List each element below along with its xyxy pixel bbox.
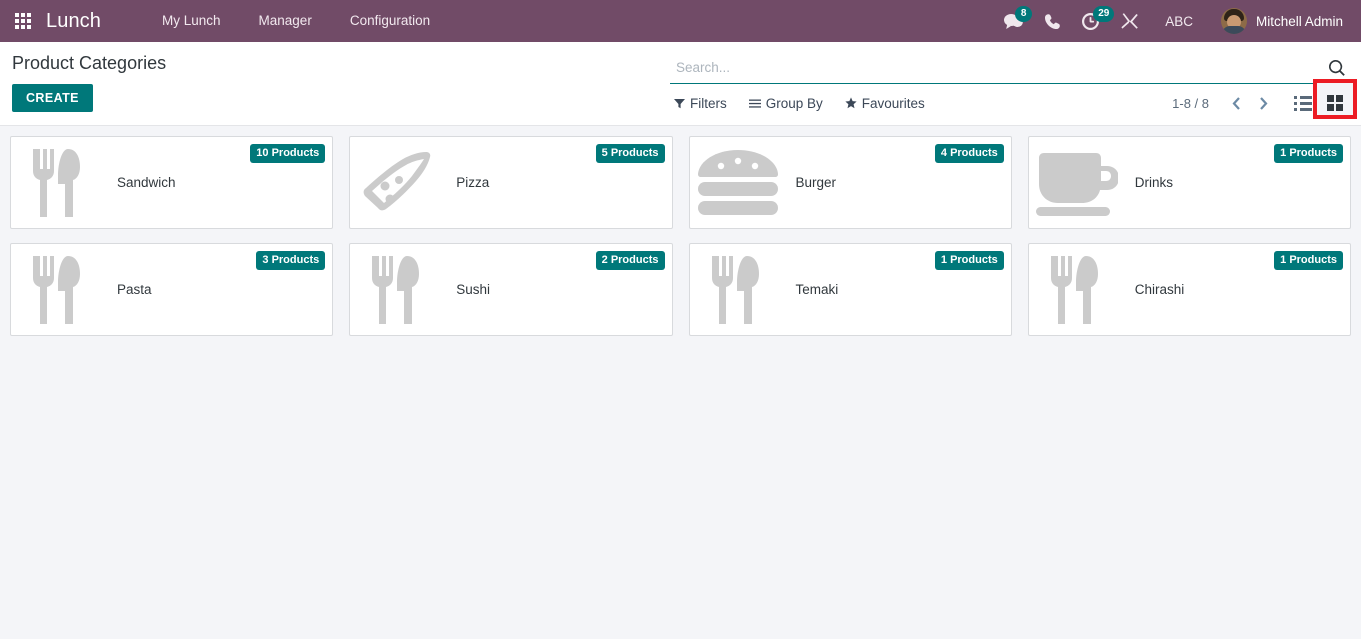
kanban-card-title: Temaki: [795, 282, 839, 297]
main-menu: My Lunch Manager Configuration: [143, 0, 449, 42]
list-view-icon: [1294, 95, 1312, 111]
favourites-button[interactable]: Favourites: [845, 96, 925, 111]
menu-item-manager[interactable]: Manager: [240, 0, 331, 42]
apps-grid-icon: [15, 13, 31, 29]
kanban-card[interactable]: Drinks 1 Products: [1027, 136, 1351, 229]
kanban-card[interactable]: Temaki 1 Products: [688, 243, 1012, 336]
kanban-view: Sandwich 10 Products Pizza 5 Products Bu…: [0, 126, 1361, 639]
group-by-lines-icon: [748, 99, 761, 108]
kanban-card[interactable]: Pasta 3 Products: [10, 243, 334, 336]
messages-button[interactable]: 8: [993, 0, 1034, 42]
kanban-view-button[interactable]: [1313, 79, 1357, 119]
kanban-card-title: Sandwich: [117, 175, 176, 190]
favourites-label: Favourites: [861, 95, 925, 111]
cutlery-placeholder-icon: [350, 244, 446, 335]
messages-counter: 8: [1015, 6, 1033, 22]
kanban-card-title: Drinks: [1134, 175, 1174, 190]
menu-item-my-lunch[interactable]: My Lunch: [143, 0, 240, 42]
chevron-left-icon: [1232, 96, 1240, 110]
coffee-cup-icon: [1029, 137, 1125, 228]
page-title: Product Categories: [12, 53, 167, 73]
search-input[interactable]: [672, 60, 1327, 75]
kanban-card-badge: 2 Products: [595, 251, 665, 270]
kanban-card-badge: 1 Products: [934, 251, 1004, 270]
kanban-card[interactable]: Sandwich 10 Products: [10, 136, 334, 229]
cutlery-placeholder-icon: [1029, 244, 1125, 335]
pager-range[interactable]: 1-8 / 8: [1172, 96, 1209, 111]
chevron-right-icon: [1260, 96, 1268, 110]
kanban-card[interactable]: Burger 4 Products: [688, 136, 1012, 229]
control-panel: Product Categories CREATE Filters: [0, 42, 1361, 126]
phone-icon: [1045, 13, 1060, 29]
user-menu-button[interactable]: Mitchell Admin: [1207, 8, 1347, 34]
control-panel-right: Filters Group By Favourites: [670, 42, 1361, 122]
kanban-card-title: Burger: [795, 175, 837, 190]
control-panel-left: Product Categories CREATE: [0, 42, 670, 112]
kanban-card[interactable]: Sushi 2 Products: [349, 243, 673, 336]
kanban-card-title: Chirashi: [1134, 282, 1185, 297]
pager-next-button[interactable]: [1250, 96, 1277, 111]
activities-button[interactable]: 29: [1071, 0, 1115, 42]
cutlery-placeholder-icon: [11, 137, 107, 228]
debug-tools-button[interactable]: [1110, 0, 1149, 42]
filters-label: Filters: [690, 95, 727, 111]
cutlery-placeholder-icon: [11, 244, 107, 335]
language-switcher[interactable]: ABC: [1149, 14, 1207, 29]
voip-phone-button[interactable]: [1034, 0, 1071, 42]
app-brand-lunch[interactable]: Lunch: [46, 10, 101, 33]
kanban-card-title: Pasta: [117, 282, 152, 297]
create-button[interactable]: CREATE: [12, 84, 93, 112]
burger-icon: [690, 137, 786, 228]
user-avatar: [1220, 8, 1247, 34]
kanban-card-badge: 1 Products: [1274, 251, 1343, 270]
menu-item-configuration[interactable]: Configuration: [331, 0, 449, 42]
search-icon[interactable]: [1327, 59, 1347, 76]
kanban-card-badge: 10 Products: [250, 144, 326, 163]
kanban-grid: Sandwich 10 Products Pizza 5 Products Bu…: [10, 136, 1351, 336]
view-switcher: [1289, 79, 1357, 119]
user-name-label: Mitchell Admin: [1255, 13, 1343, 29]
group-by-label: Group By: [765, 95, 823, 111]
kanban-card-badge: 4 Products: [934, 144, 1004, 163]
favourites-star-icon: [845, 97, 857, 109]
kanban-card[interactable]: Chirashi 1 Products: [1027, 243, 1351, 336]
kanban-card-title: Sushi: [456, 282, 491, 297]
kanban-view-icon: [1327, 95, 1343, 111]
filter-funnel-icon: [674, 98, 685, 108]
search-options-row: Filters Group By Favourites 1-8 / 8: [670, 79, 1357, 122]
group-by-button[interactable]: Group By: [748, 95, 823, 111]
kanban-card-badge: 1 Products: [1274, 144, 1343, 163]
debug-tools-icon: [1121, 12, 1138, 29]
filters-button[interactable]: Filters: [674, 96, 727, 111]
kanban-card[interactable]: Pizza 5 Products: [349, 136, 673, 229]
kanban-card-title: Pizza: [456, 175, 490, 190]
apps-menu-button[interactable]: [0, 0, 46, 42]
cutlery-placeholder-icon: [690, 244, 786, 335]
top-navbar: Lunch My Lunch Manager Configuration 8 2…: [0, 0, 1361, 42]
pager-previous-button[interactable]: [1223, 96, 1250, 111]
kanban-card-badge: 3 Products: [256, 251, 326, 270]
systray: 8 29 ABC Mitchell Admin: [993, 0, 1347, 42]
pizza-slice-icon: [350, 137, 446, 228]
search-bar[interactable]: [670, 52, 1349, 84]
kanban-card-badge: 5 Products: [595, 144, 665, 163]
